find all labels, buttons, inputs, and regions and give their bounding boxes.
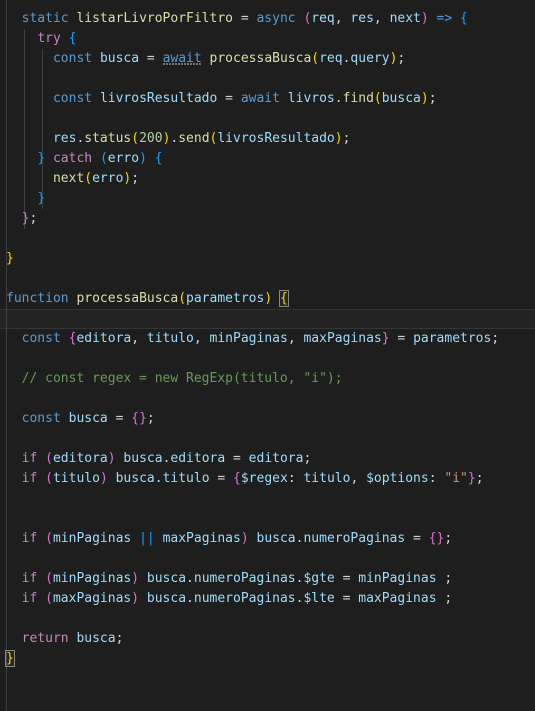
bracket-match-open: {	[278, 290, 289, 307]
code-line[interactable]	[0, 609, 535, 629]
code-line[interactable]: static listarLivroPorFiltro = async (req…	[0, 9, 535, 29]
code-line[interactable]: if (editora) busca.editora = editora;	[0, 449, 535, 469]
code-line[interactable]: } catch (erro) {	[0, 149, 535, 169]
code-line[interactable]	[0, 429, 535, 449]
code-line[interactable]	[0, 69, 535, 89]
code-line[interactable]: next(erro);	[0, 169, 535, 189]
code-line[interactable]: // const regex = new RegExp(titulo, "i")…	[0, 369, 535, 389]
code-line[interactable]	[0, 669, 535, 689]
current-line[interactable]	[0, 309, 535, 329]
code-line[interactable]: return busca;	[0, 629, 535, 649]
code-line[interactable]: const busca = await processaBusca(req.qu…	[0, 49, 535, 69]
bracket-match-close: }	[5, 650, 15, 667]
code-line[interactable]: const {editora, titulo, minPaginas, maxP…	[0, 329, 535, 349]
code-line[interactable]	[0, 549, 535, 569]
code-line[interactable]: if (minPaginas || maxPaginas) busca.nume…	[0, 529, 535, 549]
code-line[interactable]: };	[0, 209, 535, 229]
code-line[interactable]	[0, 689, 535, 709]
code-line[interactable]: }	[0, 649, 535, 669]
code-line[interactable]: }	[0, 189, 535, 209]
code-line[interactable]	[0, 269, 535, 289]
code-line[interactable]	[0, 489, 535, 509]
code-line[interactable]: }	[0, 249, 535, 269]
code-line[interactable]: const livrosResultado = await livros.fin…	[0, 89, 535, 109]
code-line[interactable]	[0, 229, 535, 249]
code-line[interactable]: if (maxPaginas) busca.numeroPaginas.$lte…	[0, 589, 535, 609]
code-editor[interactable]: static listarLivroPorFiltro = async (req…	[0, 0, 535, 711]
code-lines[interactable]: static listarLivroPorFiltro = async (req…	[0, 0, 535, 711]
code-line[interactable]	[0, 509, 535, 529]
code-line[interactable]: try {	[0, 29, 535, 49]
code-line[interactable]	[0, 389, 535, 409]
code-line[interactable]	[0, 349, 535, 369]
code-line[interactable]: function processaBusca(parametros) {	[0, 289, 535, 309]
code-line[interactable]	[0, 109, 535, 129]
code-line[interactable]: res.status(200).send(livrosResultado);	[0, 129, 535, 149]
code-line[interactable]: const busca = {};	[0, 409, 535, 429]
code-line[interactable]: if (minPaginas) busca.numeroPaginas.$gte…	[0, 569, 535, 589]
code-line[interactable]: if (titulo) busca.titulo = {$regex: titu…	[0, 469, 535, 489]
